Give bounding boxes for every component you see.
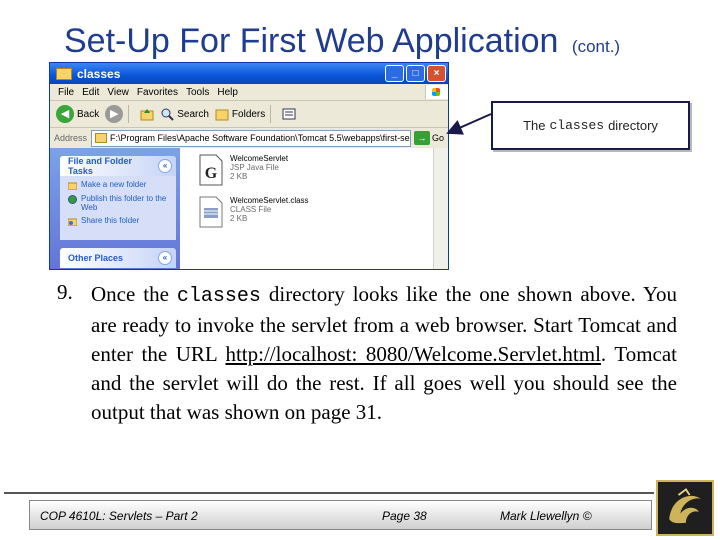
ucf-logo-icon — [656, 480, 714, 536]
callout-mono: classes — [549, 118, 605, 133]
step-paragraph: Once the classes directory looks like th… — [91, 280, 677, 427]
callout-prefix: The — [523, 118, 546, 133]
footer-page: Page 38 — [382, 509, 427, 523]
para-part1: Once the — [91, 282, 169, 306]
step-number: 9. — [57, 280, 73, 304]
footer-rule — [4, 492, 654, 494]
servlet-url-link[interactable]: http://localhost: 8080/Welcome.Servlet.h… — [225, 342, 600, 366]
footer-bar: COP 4610L: Servlets – Part 2 Page 38 Mar… — [29, 500, 652, 530]
footer-course: COP 4610L: Servlets – Part 2 — [40, 509, 198, 523]
footer-author: Mark Llewellyn © — [500, 509, 592, 523]
callout-box: The classes directory — [491, 101, 690, 150]
callout-suffix: directory — [608, 118, 658, 133]
para-mono: classes — [176, 285, 261, 308]
callout-arrow — [446, 113, 492, 135]
